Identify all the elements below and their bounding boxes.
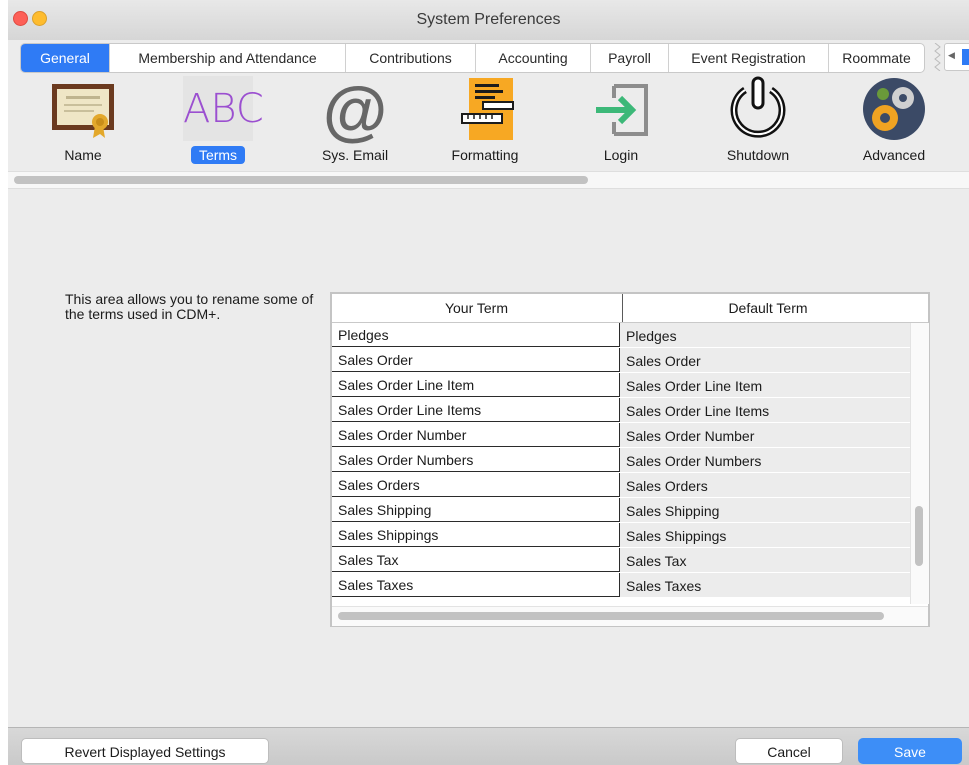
your-term-cell[interactable]: Sales Order Line Item [332, 373, 620, 397]
table-row[interactable]: Sales Taxes Sales Taxes [332, 573, 910, 598]
next-tab-indicator [962, 49, 969, 65]
ruler-pencil-icon [461, 78, 514, 140]
table-horizontal-scroll-thumb[interactable] [338, 612, 884, 620]
your-term-cell[interactable]: Sales Taxes [332, 573, 620, 597]
default-term-cell: Sales Taxes [620, 573, 910, 598]
pref-sys-email-label: Sys. Email [321, 147, 389, 163]
pref-login-label: Login [603, 147, 639, 163]
at-glyph: @ [322, 73, 388, 147]
default-term-cell: Pledges [620, 323, 910, 348]
preference-pane-strip: Name ABC Terms @ Sys. Email Formatting L… [8, 73, 969, 173]
default-term-cell: Sales Order Line Items [620, 398, 910, 423]
table-row[interactable]: Sales Order Numbers Sales Order Numbers [332, 448, 910, 473]
your-term-cell[interactable]: Sales Order Number [332, 423, 620, 447]
your-term-cell[interactable]: Sales Order [332, 348, 620, 372]
default-term-cell: Sales Order Line Item [620, 373, 910, 398]
pref-shutdown-label: Shutdown [726, 147, 790, 163]
power-icon [730, 76, 786, 138]
your-term-cell[interactable]: Pledges [332, 323, 620, 347]
at-sign-icon: @ [320, 73, 390, 147]
tab-contributions[interactable]: Contributions [346, 44, 476, 72]
system-preferences-window: System Preferences General Membership an… [8, 0, 969, 765]
table-vertical-scrollbar[interactable] [910, 323, 929, 604]
default-term-cell: Sales Shipping [620, 498, 910, 523]
default-term-cell: Sales Order Numbers [620, 448, 910, 473]
title-bar[interactable]: System Preferences [8, 0, 969, 40]
pref-terms-label-wrap: Terms [163, 146, 273, 164]
bottom-button-bar: Revert Displayed Settings Cancel Save [8, 727, 969, 765]
default-term-cell: Sales Tax [620, 548, 910, 573]
login-arrow-icon [596, 84, 648, 136]
tab-membership-and-attendance[interactable]: Membership and Attendance [110, 44, 346, 72]
tab-scroll-left-button[interactable]: ◀ [944, 43, 969, 71]
pref-advanced-label: Advanced [862, 147, 926, 163]
table-row[interactable]: Sales Orders Sales Orders [332, 473, 910, 498]
default-term-cell: Sales Orders [620, 473, 910, 498]
cancel-button[interactable]: Cancel [735, 738, 843, 764]
pane-strip-scrollbar[interactable] [8, 171, 969, 189]
tab-bar: General Membership and Attendance Contri… [20, 43, 925, 73]
table-row[interactable]: Pledges Pledges [332, 323, 910, 348]
abc-text-icon: ABC [183, 76, 264, 141]
tab-event-registration[interactable]: Event Registration [669, 44, 829, 72]
table-vertical-scroll-thumb[interactable] [915, 506, 923, 566]
table-row[interactable]: Sales Order Number Sales Order Number [332, 423, 910, 448]
your-term-cell[interactable]: Sales Tax [332, 548, 620, 572]
table-row[interactable]: Sales Order Line Item Sales Order Line I… [332, 373, 910, 398]
default-term-cell: Sales Shippings [620, 523, 910, 548]
default-term-cell: Sales Order [620, 348, 910, 373]
table-row[interactable]: Sales Shipping Sales Shipping [332, 498, 910, 523]
terms-description: This area allows you to rename some of t… [65, 291, 314, 322]
column-header-default-term[interactable]: Default Term [622, 294, 913, 322]
save-button[interactable]: Save [858, 738, 962, 764]
abc-glyph: ABC [183, 86, 264, 132]
table-row[interactable]: Sales Order Sales Order [332, 348, 910, 373]
triangle-left-icon: ◀ [948, 50, 955, 60]
tab-accounting[interactable]: Accounting [476, 44, 591, 72]
window-title: System Preferences [416, 11, 561, 28]
tab-roommate[interactable]: Roommate [829, 44, 924, 72]
table-body: Pledges Pledges Sales Order Sales Order … [332, 323, 910, 604]
tab-general[interactable]: General [21, 44, 110, 72]
pref-terms-label: Terms [190, 146, 246, 164]
pref-formatting-label: Formatting [451, 147, 519, 163]
your-term-cell[interactable]: Sales Shipping [332, 498, 620, 522]
tab-overflow-edge-icon [934, 43, 941, 71]
your-term-cell[interactable]: Sales Order Numbers [332, 448, 620, 472]
table-row[interactable]: Sales Order Line Items Sales Order Line … [332, 398, 910, 423]
revert-displayed-settings-button[interactable]: Revert Displayed Settings [21, 738, 269, 764]
gears-icon [863, 78, 925, 140]
default-term-cell: Sales Order Number [620, 423, 910, 448]
column-header-your-term[interactable]: Your Term [332, 294, 621, 322]
table-header: Your Term Default Term [332, 294, 928, 323]
your-term-cell[interactable]: Sales Shippings [332, 523, 620, 547]
table-horizontal-scrollbar[interactable] [332, 606, 928, 626]
table-row[interactable]: Sales Tax Sales Tax [332, 548, 910, 573]
pref-name-label: Name [64, 147, 102, 163]
pane-strip-scroll-thumb[interactable] [14, 176, 588, 184]
your-term-cell[interactable]: Sales Orders [332, 473, 620, 497]
certificate-icon [52, 84, 114, 138]
tab-payroll[interactable]: Payroll [591, 44, 669, 72]
your-term-cell[interactable]: Sales Order Line Items [332, 398, 620, 422]
terms-table: Your Term Default Term Pledges Pledges S… [330, 292, 930, 627]
table-row[interactable]: Sales Shippings Sales Shippings [332, 523, 910, 548]
